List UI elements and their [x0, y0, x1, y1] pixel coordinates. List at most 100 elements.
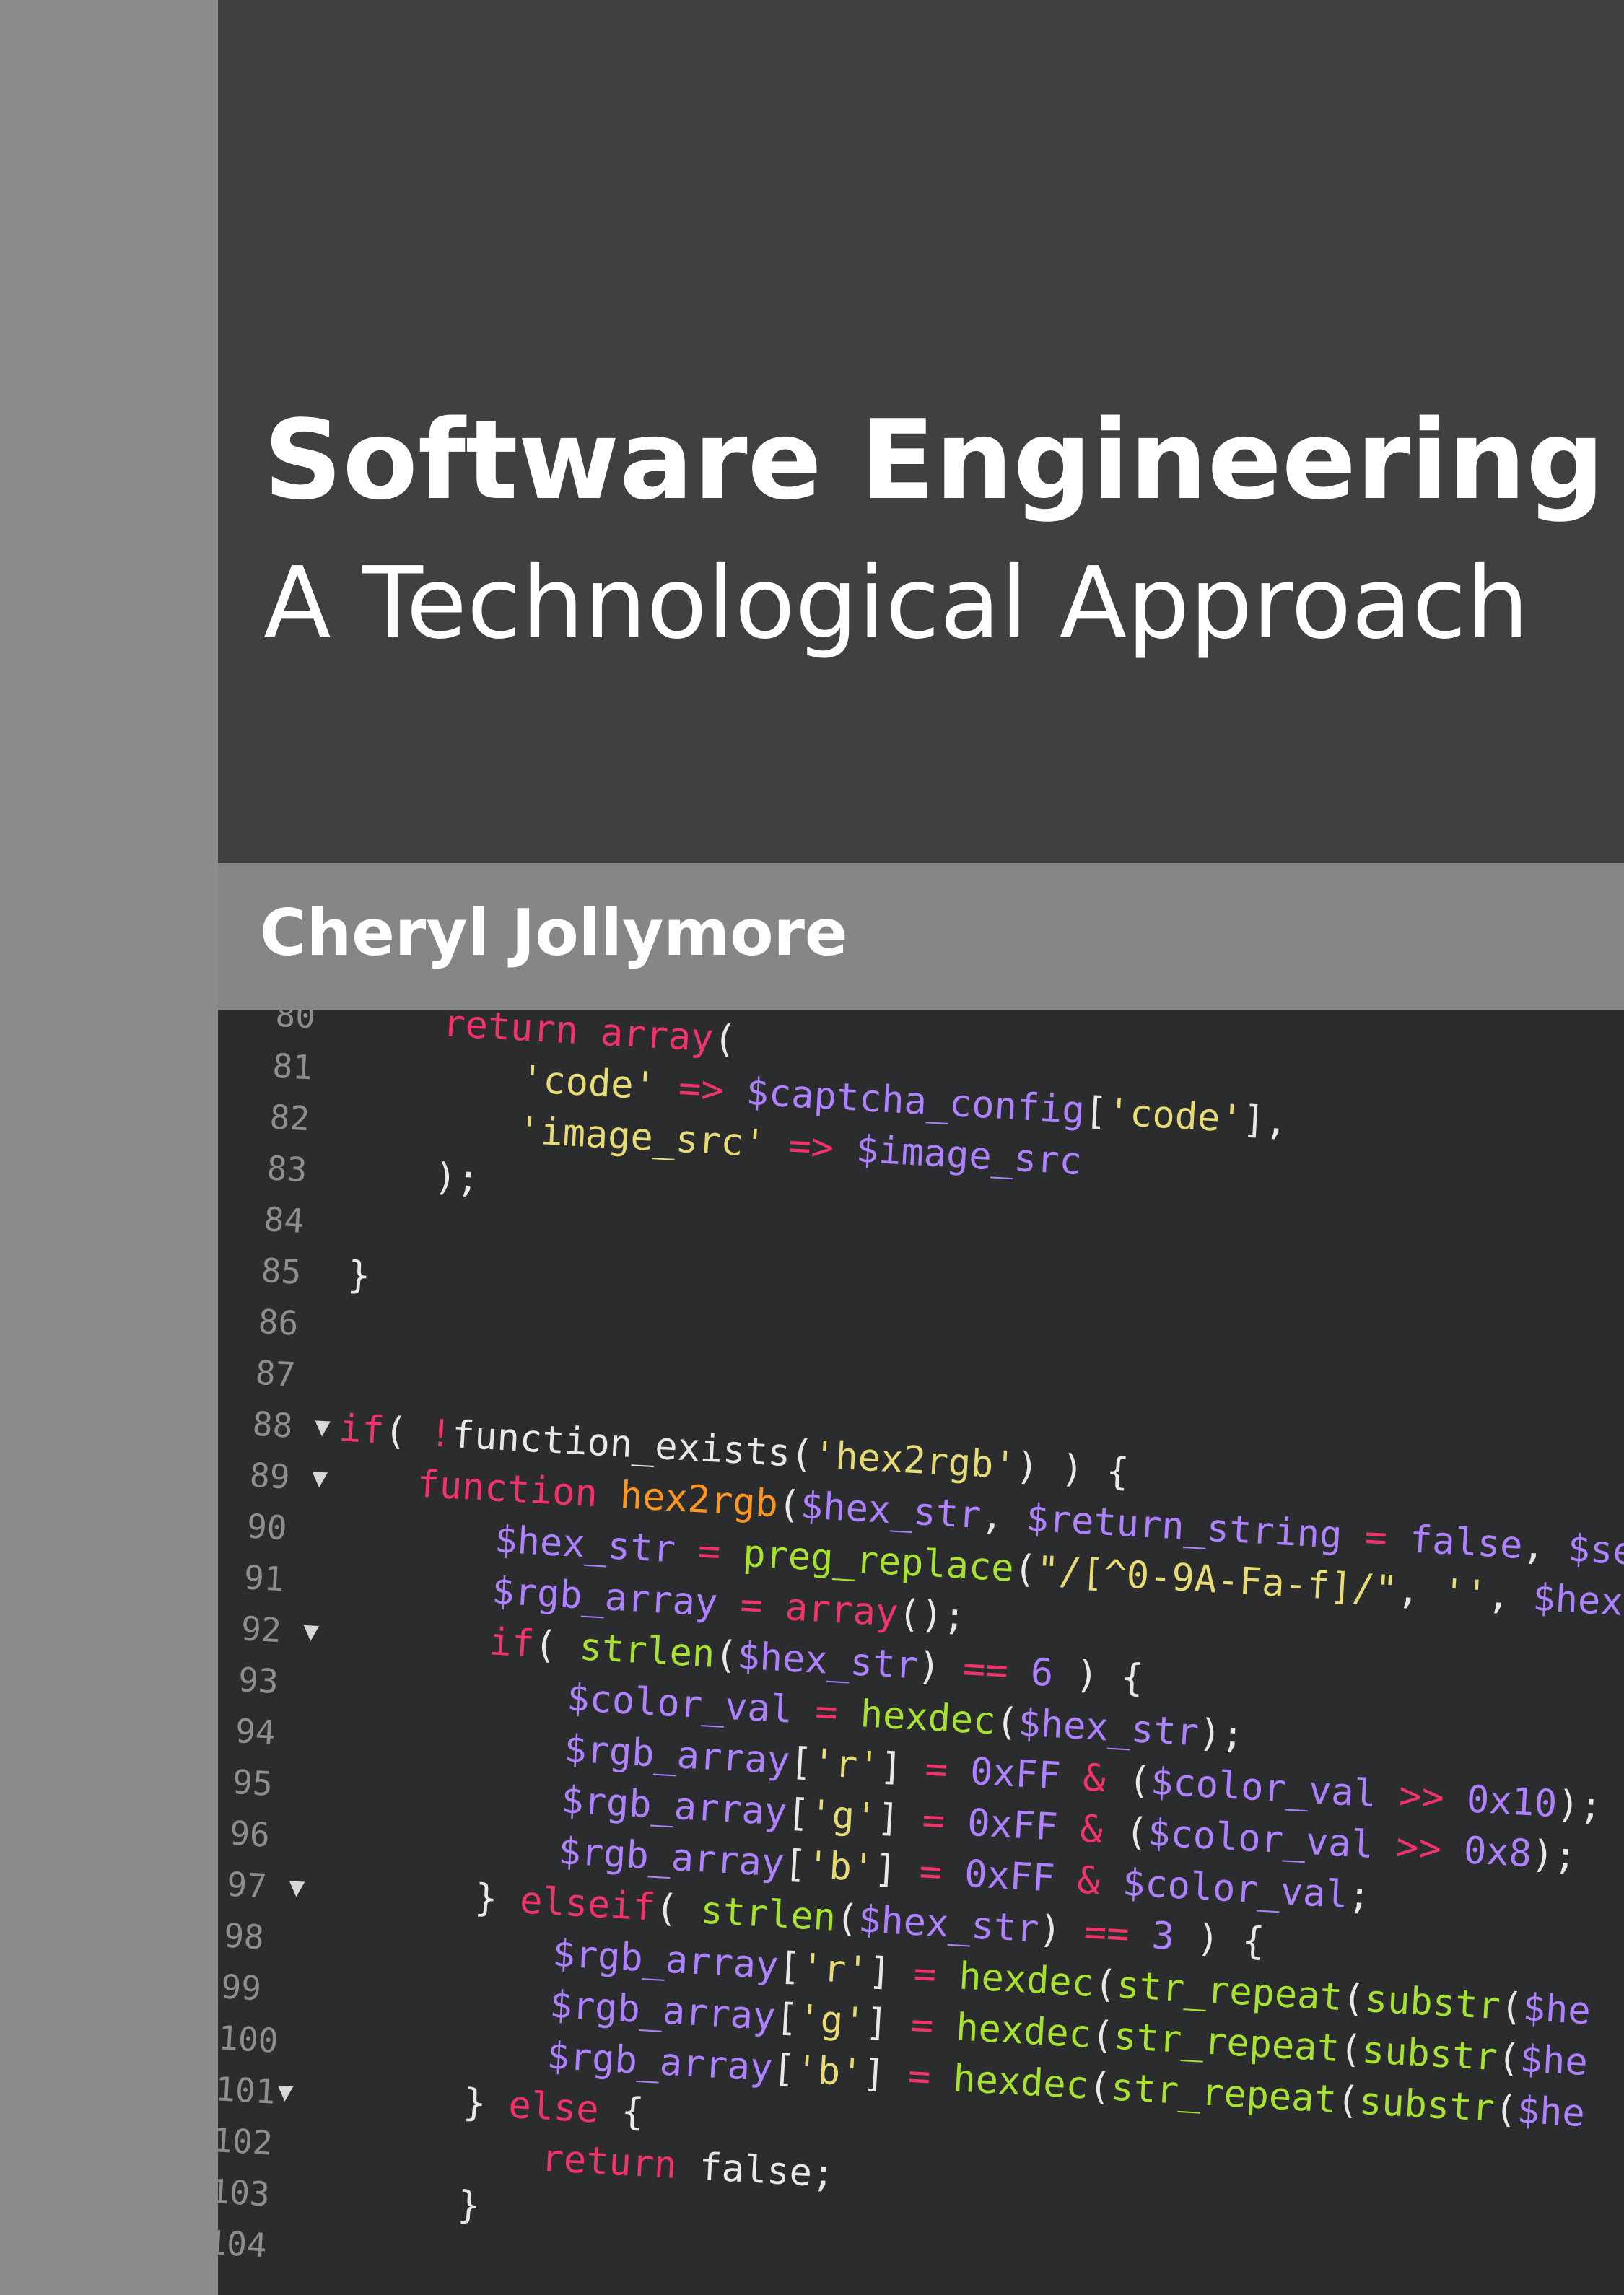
code-token: (: [1335, 2078, 1361, 2123]
code-token: (: [1341, 1976, 1366, 2021]
code-token: $hex_str: [493, 1518, 677, 1572]
code-token: elseif: [518, 1879, 657, 1930]
code-listing: 80 return array(81'code' => $captcha_conf…: [218, 1010, 1624, 2265]
code-token: 'b': [805, 1843, 876, 1891]
book-title: Software Engineering: [263, 396, 1605, 524]
code-token: hexdec: [951, 2057, 1090, 2108]
code-token: ): [1037, 1907, 1086, 1954]
code-token: ,: [1521, 1524, 1569, 1570]
code-token: $image_src: [855, 1127, 1083, 1184]
code-token: $color_val: [1149, 1760, 1378, 1817]
code-token: 'hex2rgb': [811, 1433, 1018, 1488]
code-token: [: [1083, 1089, 1109, 1134]
code-token: $he: [1522, 1986, 1592, 2034]
code-token: =: [813, 1689, 839, 1735]
code-token: $rgb_array: [490, 1569, 719, 1625]
code-token: strlen: [578, 1625, 716, 1677]
code-token: ): [916, 1644, 964, 1690]
code-token: }: [462, 2081, 510, 2127]
code-token: ==: [961, 1647, 1010, 1693]
code-token: ]: [873, 1847, 921, 1894]
code-screenshot-image: 80 return array(81'code' => $captcha_conf…: [218, 1010, 1624, 2295]
line-number: 81: [271, 1046, 314, 1088]
code-token: 0xFF: [963, 1852, 1057, 1901]
code-token: 0xFF: [969, 1749, 1062, 1798]
code-token: >>: [1397, 1774, 1446, 1820]
code-token: if: [338, 1407, 386, 1453]
code-token: [: [785, 1791, 811, 1836]
code-token: $rgb_array: [559, 1778, 788, 1835]
code-token: }: [473, 1876, 522, 1923]
code-token: $color_val: [565, 1676, 794, 1732]
code-token: =: [738, 1583, 764, 1628]
code-token: =>: [677, 1066, 725, 1113]
code-token: (: [383, 1409, 431, 1456]
code-token: (: [1496, 2036, 1522, 2081]
code-token: $hex_str: [799, 1484, 982, 1538]
code-token: );: [1555, 1783, 1604, 1829]
code-token: =: [907, 2054, 932, 2099]
code-token: ) {: [1052, 1652, 1145, 1700]
code-token: ;: [1347, 1874, 1372, 1919]
code-token: (: [1338, 2027, 1363, 2072]
code-text: return false;: [540, 2133, 836, 2201]
code-token: =: [697, 1529, 722, 1574]
code-token: &: [1078, 1807, 1104, 1853]
code-token: (: [1104, 1757, 1153, 1804]
code-token: =: [912, 1951, 938, 1997]
code-token: ) {: [1173, 1915, 1266, 1964]
code-token: (: [654, 1886, 702, 1933]
code-token: );: [1530, 1832, 1579, 1879]
code-token: function: [416, 1462, 599, 1516]
code-token: $rgb_array: [551, 1931, 780, 1988]
code-token: return: [441, 1010, 580, 1053]
code-token: ]: [867, 1949, 915, 1995]
code-token: ]: [864, 2001, 912, 2047]
code-token: =: [918, 1850, 943, 1894]
code-token: str_repeat: [1115, 1963, 1344, 2020]
code-token: $color_val: [1121, 1861, 1350, 1918]
code-token: (: [834, 1896, 860, 1941]
line-number: 96: [228, 1813, 271, 1855]
line-number: 98: [222, 1915, 266, 1957]
code-token: return: [540, 2136, 678, 2187]
code-token: $color_val: [1146, 1811, 1375, 1868]
line-number: 91: [243, 1557, 285, 1599]
code-text: } else {: [462, 2076, 645, 2138]
code-token: 'r': [811, 1741, 881, 1788]
code-token: str_repeat: [1109, 2066, 1338, 2122]
code-token: array: [784, 1586, 899, 1635]
fold-arrow-icon: ▼: [310, 1463, 328, 1494]
code-token: $he: [1516, 2088, 1586, 2136]
fold-arrow-icon: ▼: [288, 1872, 306, 1903]
fold-arrow-icon: ▼: [313, 1412, 331, 1443]
line-number: 103: [218, 2171, 271, 2214]
line-number: 85: [260, 1250, 302, 1292]
book-subtitle: A Technological Approach: [263, 546, 1529, 661]
code-token: 3: [1150, 1914, 1176, 1959]
code-token: 'code': [1106, 1090, 1244, 1142]
book-author: Cheryl Jollymore: [260, 896, 848, 970]
code-token: 0x8: [1462, 1829, 1533, 1876]
line-number: 86: [257, 1301, 300, 1343]
code-token: '': [1441, 1571, 1489, 1617]
code-token: (: [712, 1017, 738, 1062]
code-token: $hex_str: [1017, 1701, 1200, 1755]
code-text: }: [346, 1249, 372, 1303]
code-token: 0x10: [1465, 1778, 1558, 1827]
code-token: (: [713, 1632, 739, 1678]
code-token: substr: [1361, 2028, 1499, 2080]
